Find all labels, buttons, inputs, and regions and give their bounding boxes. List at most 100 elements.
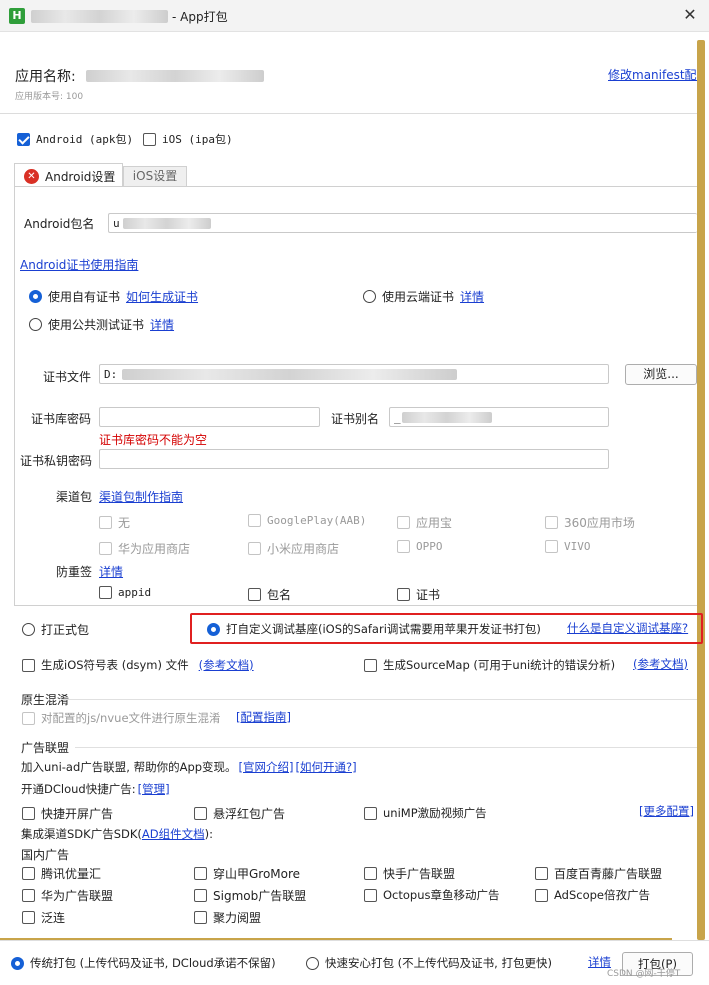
custom-base-option[interactable]: 打自定义调试基座(iOS的Safari调试需要用苹果开发证书打包) (207, 621, 541, 637)
anti-resign-cert-checkbox[interactable] (397, 588, 410, 601)
public-cert-detail-link[interactable]: 详情 (150, 316, 174, 333)
domestic-ad-option[interactable]: 泛连 (22, 909, 65, 926)
quick-ad-option[interactable]: 快捷开屏广告 (22, 805, 113, 822)
quick-ad-checkbox[interactable] (194, 807, 207, 820)
channel-label-item: 华为应用商店 (118, 542, 191, 556)
ad-component-doc-link[interactable]: AD组件文档 (142, 826, 205, 842)
domestic-ad-checkbox[interactable] (22, 889, 35, 902)
fast-pack-option[interactable]: 快速安心打包 (不上传代码及证书, 打包更快) (306, 955, 552, 971)
close-icon[interactable]: ✕ (680, 5, 700, 25)
app-version: 应用版本号: 100 (15, 92, 84, 102)
cloud-cert-option[interactable]: 使用云端证书 详情 (363, 288, 484, 305)
quick-ad-option[interactable]: uniMP激励视频广告 (364, 805, 487, 821)
browse-button[interactable]: 浏览... (625, 364, 697, 385)
cloud-cert-radio[interactable] (363, 290, 376, 303)
tab-android-settings[interactable]: ✕ Android设置 (14, 163, 123, 187)
ios-checkbox[interactable] (143, 132, 156, 146)
public-test-cert-radio[interactable] (29, 318, 42, 331)
anti-resign-detail-link[interactable]: 详情 (99, 563, 123, 580)
traditional-pack-option[interactable]: 传统打包 (上传代码及证书, DCloud承诺不保留) (11, 955, 276, 971)
own-cert-radio[interactable] (29, 290, 42, 303)
cloud-cert-detail-link[interactable]: 详情 (460, 288, 484, 305)
android-platform-option[interactable]: Android (apk包) (17, 131, 133, 147)
dsym-doc-link[interactable]: (参考文档) (199, 657, 254, 673)
sdk-text-prefix: 集成渠道SDK广告SDK( (21, 827, 142, 841)
ads-intro-link[interactable]: [官网介绍] (239, 759, 294, 775)
domestic-ad-option[interactable]: 穿山甲GroMore (194, 865, 300, 882)
ads-title: 广告联盟 (21, 741, 70, 755)
more-config-link[interactable]: [更多配置] (639, 803, 694, 819)
domestic-ad-checkbox[interactable] (535, 867, 548, 880)
sdk-text-suffix: ): (204, 827, 213, 841)
custom-base-radio[interactable] (207, 622, 220, 636)
keystore-error-message: 证书库密码不能为空 (99, 433, 208, 447)
channel-option: 应用宝 (397, 514, 452, 531)
dsym-checkbox[interactable] (22, 658, 35, 672)
domestic-ad-checkbox[interactable] (22, 911, 35, 924)
ios-platform-option[interactable]: iOS (ipa包) (143, 131, 233, 147)
anti-resign-appid-checkbox[interactable] (99, 586, 112, 599)
domestic-ad-option[interactable]: 腾讯优量汇 (22, 865, 101, 882)
obfuscation-guide-link[interactable]: [配置指南] (236, 709, 291, 725)
quick-ad-checkbox[interactable] (22, 807, 35, 820)
domestic-ad-option[interactable]: AdScope倍孜广告 (535, 887, 650, 903)
anti-resign-package-option[interactable]: 包名 (248, 586, 291, 603)
domestic-ad-option[interactable]: Sigmob广告联盟 (194, 887, 306, 904)
domestic-ad-checkbox[interactable] (194, 911, 207, 924)
manifest-link[interactable]: 修改manifest配置 (608, 66, 697, 83)
android-checkbox[interactable] (17, 132, 30, 146)
channel-label-item: 360应用市场 (564, 516, 635, 530)
sourcemap-option[interactable]: 生成SourceMap (可用于uni统计的错误分析) (364, 657, 615, 673)
formal-build-option[interactable]: 打正式包 (22, 621, 89, 638)
ads-manage-link[interactable]: [管理] (138, 781, 170, 797)
quick-ad-checkbox[interactable] (364, 806, 377, 820)
domestic-ad-option[interactable]: 百度百青藤广告联盟 (535, 865, 662, 882)
quick-ad-label: 悬浮红包广告 (213, 807, 286, 821)
tab-ios-settings[interactable]: iOS设置 (123, 166, 187, 187)
private-key-password-input[interactable] (99, 449, 609, 469)
cert-file-input[interactable]: D: (99, 364, 609, 384)
quick-ad-option[interactable]: 悬浮红包广告 (194, 805, 285, 822)
android-cert-guide-link[interactable]: Android证书使用指南 (20, 256, 138, 273)
domestic-ad-label: AdScope倍孜广告 (554, 888, 650, 902)
sourcemap-checkbox[interactable] (364, 658, 377, 672)
ads-how-to-join-link[interactable]: [如何开通?] (296, 759, 357, 775)
anti-resign-package-label: 包名 (267, 588, 292, 602)
domestic-ad-checkbox[interactable] (364, 867, 377, 880)
domestic-ad-checkbox[interactable] (194, 889, 207, 902)
domestic-ad-label: 快手广告联盟 (383, 867, 456, 881)
domestic-ad-option[interactable]: 快手广告联盟 (364, 865, 455, 882)
public-test-cert-option[interactable]: 使用公共测试证书 详情 (29, 316, 174, 333)
domestic-ad-checkbox[interactable] (22, 867, 35, 880)
domestic-ad-checkbox[interactable] (194, 867, 207, 880)
fast-pack-label: 快速安心打包 (不上传代码及证书, 打包更快) (325, 956, 552, 970)
traditional-pack-radio[interactable] (11, 956, 24, 970)
ios-label: iOS (ipa包) (162, 133, 233, 146)
domestic-ad-label: 聚力阅盟 (213, 911, 262, 925)
alias-input[interactable]: _ (389, 407, 609, 427)
dsym-option[interactable]: 生成iOS符号表 (dsym) 文件 (参考文档) (22, 657, 254, 673)
keystore-password-input[interactable] (99, 407, 320, 427)
anti-resign-appid-option[interactable]: appid (99, 586, 151, 599)
what-is-custom-base-link[interactable]: 什么是自定义调试基座? (567, 620, 688, 636)
domestic-ad-label: 腾讯优量汇 (41, 867, 102, 881)
domestic-ad-option[interactable]: 华为广告联盟 (22, 887, 113, 904)
domestic-ad-checkbox[interactable] (535, 888, 548, 902)
channel-option: 无 (99, 514, 130, 531)
fast-pack-radio[interactable] (306, 956, 319, 970)
hbuilder-logo-icon: H (9, 8, 25, 24)
domestic-ad-option[interactable]: 聚力阅盟 (194, 909, 261, 926)
channel-guide-link[interactable]: 渠道包制作指南 (99, 488, 183, 505)
domestic-ad-checkbox[interactable] (364, 888, 377, 902)
formal-build-radio[interactable] (22, 623, 35, 636)
own-cert-option[interactable]: 使用自有证书 如何生成证书 (29, 288, 198, 305)
anti-resign-cert-option[interactable]: 证书 (397, 586, 440, 603)
package-name-input[interactable]: u (108, 213, 697, 233)
how-to-generate-link[interactable]: 如何生成证书 (126, 288, 198, 305)
domestic-ad-option[interactable]: Octopus章鱼移动广告 (364, 887, 500, 903)
channel-label-item: GooglePlay(AAB) (267, 514, 367, 527)
anti-resign-package-checkbox[interactable] (248, 588, 261, 601)
scrollbar[interactable] (697, 40, 705, 940)
sourcemap-doc-link[interactable]: (参考文档) (633, 656, 688, 672)
package-name-redacted (123, 218, 211, 229)
